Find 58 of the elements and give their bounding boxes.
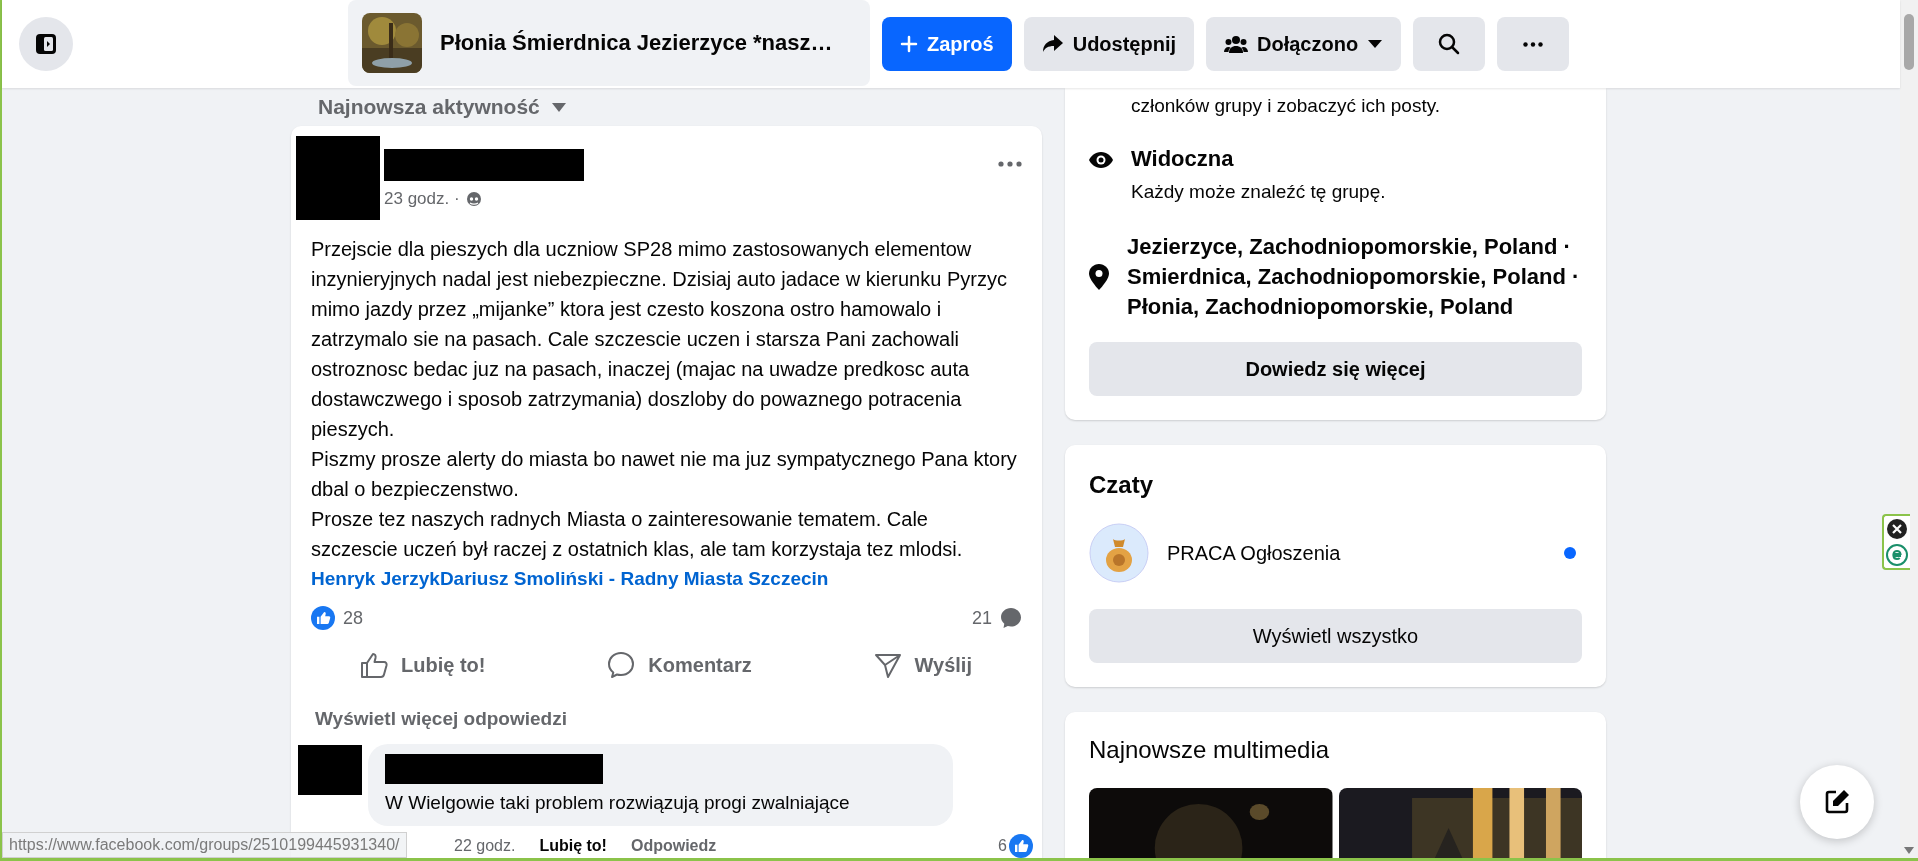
learn-more-button[interactable]: Dowiedz się więcej [1089,342,1582,396]
comment-count[interactable]: 21 [971,607,992,629]
speech-bubble-icon [606,650,637,680]
redacted-avatar [298,745,362,795]
sidebar-toggle-button[interactable] [19,17,73,71]
like-reaction-icon [311,606,335,630]
like-link[interactable]: Lubię to! [539,837,607,855]
sort-dropdown[interactable]: Najnowsza aktywność [318,95,540,119]
visibility-description: Każdy może znaleźć tę grupę. [1131,180,1386,204]
post-text: Przejscie dla pieszych dla uczniow SP28 mimo zastosowanych elementow inzynieryjnych nadal jest niebezpieczne. Dzisiaj auto jadace w kierunku Pyrzyc mimo jazdy przez „mijanke” ktora jest czesto koszona ostro hamowalo i zatrzymalo sie na pasach. Cale szczescie uczen i starsza Pani zachowali ostroznosc bedac juz na pasach, inaczej (majac na uwadze predkosc auta dostawczwego i sposob zatrzymania) doszloby do powaznego potracenia pieszych. [311,237,1008,442]
plus-icon [900,35,918,53]
speech-bubble-icon [1000,607,1022,629]
search-icon [1438,33,1461,55]
share-button[interactable]: Udostępnij [1023,17,1195,71]
status-bar-url: https://www.facebook.com/groups/2510199445931340/ [2,832,407,858]
chat-item[interactable]: PRACA Ogłoszenia [1089,523,1582,583]
close-icon[interactable] [1886,518,1908,540]
chat-name: PRACA Ogłoszenia [1167,541,1342,565]
privacy-description: członków grupy i zobaczyć ich posty. [1130,94,1442,118]
group-title: Płonia Śmierdnica Jezierzyce *nasz… [440,30,833,56]
reply-link[interactable]: Odpowiedz [630,837,717,855]
visibility-title: Widoczna [1131,145,1235,173]
see-all-button[interactable]: Wyświetl wszystko [1089,609,1582,663]
scroll-down-arrow-icon[interactable] [1904,847,1914,854]
location-title: Jezierzyce, Zachodniopomorskie, Poland · Smierdnica, Zachodniopomorskie, Poland · Płonia, Zachodniopomorskie, Poland [1127,233,1581,321]
media-heading: Najnowsze multimedia [1089,736,1331,764]
caret-icon [551,102,566,112]
comment-like-count: 6 [998,837,1007,855]
thumbs-up-icon [359,650,389,680]
sidebar-panel-icon [34,32,58,56]
joined-button[interactable]: Dołączono [1206,17,1402,71]
more-icon [1523,41,1544,47]
like-count[interactable]: 28 [343,607,364,629]
invite-button[interactable]: Zaproś [882,17,1012,71]
comment-time[interactable]: 22 godz. [454,837,516,855]
post-time[interactable]: 23 godz. · [384,189,460,209]
caret-icon [1367,39,1384,49]
scrollbar-thumb[interactable] [1904,14,1914,70]
post-text: Prosze tez naszych radnych Miasta o zainteresowanie tematem. Cale szczescie uczeń był raczej z ostatnich klas, ale tam korzystaja tez mlodsi. [311,507,964,562]
eye-icon [1089,152,1113,168]
more-icon [998,160,1022,167]
scrollbar[interactable] [1900,0,1918,858]
people-icon [1224,35,1249,53]
map-pin-icon [1089,264,1109,290]
chats-heading: Czaty [1089,471,1155,499]
more-replies-link[interactable]: Wyświetl więcej odpowiedzi [315,708,567,729]
mention-link[interactable]: Dariusz Smoliński - Radny Miasta Szczecin [439,564,829,594]
share-arrow-icon [1041,34,1064,54]
comment-button[interactable]: Komentarz [606,644,752,686]
compose-button[interactable] [1800,765,1874,839]
mention-link[interactable]: Henryk Jerzyk [311,564,440,594]
search-button[interactable] [1413,17,1486,71]
like-button[interactable]: Lubię to! [359,644,486,686]
send-button[interactable]: Wyślij [872,644,972,686]
group-header[interactable]: Płonia Śmierdnica Jezierzyce *nasz… [348,0,870,86]
extension-icon[interactable] [1886,544,1908,566]
post-text: Piszmy prosze alerty do miasta bo nawet nie ma juz sympatycznego Pana ktory dbal o bezpieczenstwo. [311,447,1018,502]
comment-text: W Wielgowie taki problem rozwiązują progi zwalniające [385,792,851,814]
